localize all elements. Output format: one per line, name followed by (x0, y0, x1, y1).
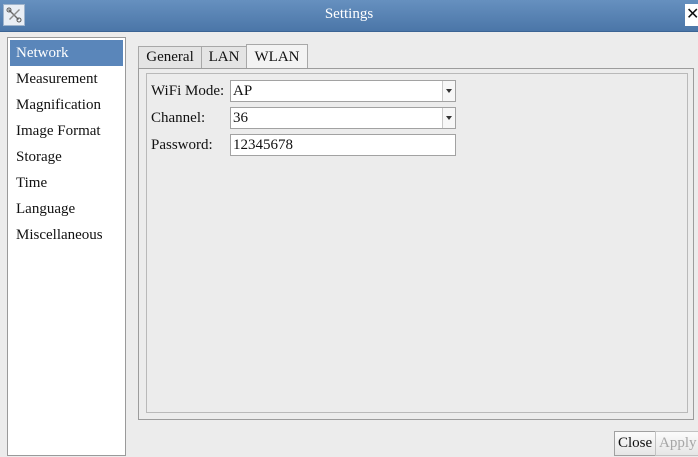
wifi-mode-label: WiFi Mode: (151, 83, 225, 99)
sidebar-item-image-format[interactable]: Image Format (8, 118, 125, 144)
tab-lan[interactable]: LAN (201, 46, 247, 68)
apply-button[interactable]: Apply (655, 431, 698, 456)
sidebar-item-storage[interactable]: Storage (8, 144, 125, 170)
sidebar-item-magnification[interactable]: Magnification (8, 92, 125, 118)
close-icon: ✕ (686, 6, 698, 23)
window-close-button[interactable]: ✕ (685, 4, 698, 26)
sidebar-item-language[interactable]: Language (8, 196, 125, 222)
chevron-down-icon (442, 108, 455, 128)
close-button[interactable]: Close (614, 431, 657, 456)
sidebar-item-network[interactable]: Network (10, 40, 123, 66)
password-label: Password: (151, 137, 213, 153)
title-bar: Settings ✕ (0, 0, 698, 32)
settings-category-list: Network Measurement Magnification Image … (7, 37, 126, 456)
password-input[interactable] (230, 134, 456, 156)
window-title: Settings (324, 6, 374, 22)
wifi-mode-value: AP (233, 83, 253, 99)
channel-value: 36 (233, 110, 248, 126)
sidebar-item-time[interactable]: Time (8, 170, 125, 196)
channel-select[interactable]: 36 (230, 107, 456, 129)
chevron-down-icon (442, 81, 455, 101)
sidebar-item-miscellaneous[interactable]: Miscellaneous (8, 222, 125, 248)
sidebar-item-measurement[interactable]: Measurement (8, 66, 125, 92)
channel-label: Channel: (151, 110, 206, 126)
wifi-mode-select[interactable]: AP (230, 80, 456, 102)
tab-general[interactable]: General (138, 46, 202, 68)
tab-wlan[interactable]: WLAN (246, 44, 308, 68)
